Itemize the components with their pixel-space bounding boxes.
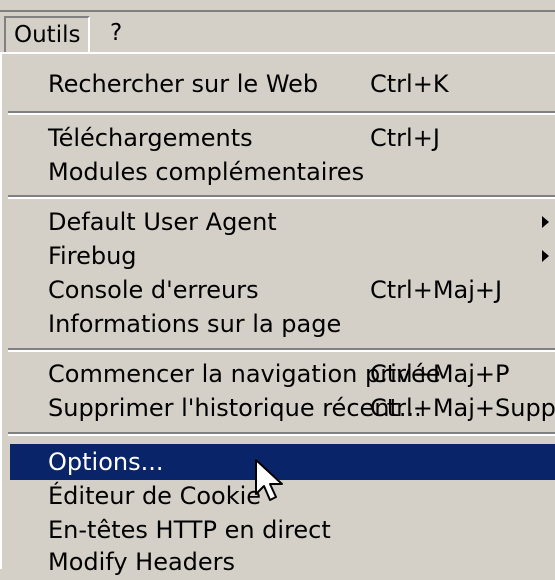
- menubar-item-help[interactable]: ?: [100, 16, 132, 50]
- menubar-item-outils[interactable]: Outils: [4, 16, 91, 54]
- menu-item-label: Éditeur de Cookie: [48, 482, 262, 510]
- menu-item-label: Rechercher sur le Web: [48, 70, 319, 98]
- menu-item-shortcut: Ctrl+J: [370, 124, 440, 152]
- menu-item-addons[interactable]: Modules complémentaires: [2, 154, 555, 190]
- menu-item-default-user-agent[interactable]: Default User Agent: [2, 204, 555, 240]
- menu-item-search-web[interactable]: Rechercher sur le Web Ctrl+K: [2, 66, 555, 102]
- menu-separator: [8, 195, 555, 199]
- menu-item-shortcut: Ctrl+Maj+Suppr: [370, 394, 555, 422]
- menu-separator: [8, 111, 555, 115]
- menu-item-label: Supprimer l'historique récent...: [48, 394, 422, 422]
- menubar-item-label: Outils: [14, 22, 81, 48]
- menu-item-clear-history[interactable]: Supprimer l'historique récent... Ctrl+Ma…: [2, 390, 555, 426]
- menu-item-page-info[interactable]: Informations sur la page: [2, 306, 555, 342]
- menu-item-modify-headers[interactable]: Modify Headers: [2, 544, 555, 580]
- menu-item-shortcut: Ctrl+Maj+P: [370, 360, 510, 388]
- menu-separator: [8, 348, 555, 352]
- mouse-pointer-icon: [255, 459, 283, 501]
- menu-item-label: Firebug: [48, 242, 137, 270]
- menu-item-label: Default User Agent: [48, 208, 277, 236]
- menu-item-label: En-têtes HTTP en direct: [48, 516, 331, 544]
- menu-item-error-console[interactable]: Console d'erreurs Ctrl+Maj+J: [2, 272, 555, 308]
- menu-item-shortcut: Ctrl+Maj+J: [370, 276, 503, 304]
- menu-item-shortcut: Ctrl+K: [370, 70, 449, 98]
- window-top-edge: [0, 0, 555, 12]
- menu-item-label: Options...: [48, 448, 164, 476]
- menu-item-downloads[interactable]: Téléchargements Ctrl+J: [2, 120, 555, 156]
- submenu-arrow-icon: [542, 216, 549, 228]
- menu-item-label: Téléchargements: [48, 124, 253, 152]
- menu-item-label: Modify Headers: [48, 548, 236, 576]
- menu-item-firebug[interactable]: Firebug: [2, 238, 555, 274]
- menu-separator: [8, 432, 555, 436]
- menu-item-live-http-headers[interactable]: En-têtes HTTP en direct: [2, 512, 555, 548]
- menu-item-private-browsing[interactable]: Commencer la navigation privée Ctrl+Maj+…: [2, 356, 555, 392]
- menu-bar: Outils ?: [0, 12, 555, 54]
- menu-item-label: Modules complémentaires: [48, 158, 365, 186]
- menu-item-label: Informations sur la page: [48, 310, 342, 338]
- menubar-item-label: ?: [110, 20, 123, 46]
- submenu-arrow-icon: [542, 250, 549, 262]
- menu-item-label: Console d'erreurs: [48, 276, 259, 304]
